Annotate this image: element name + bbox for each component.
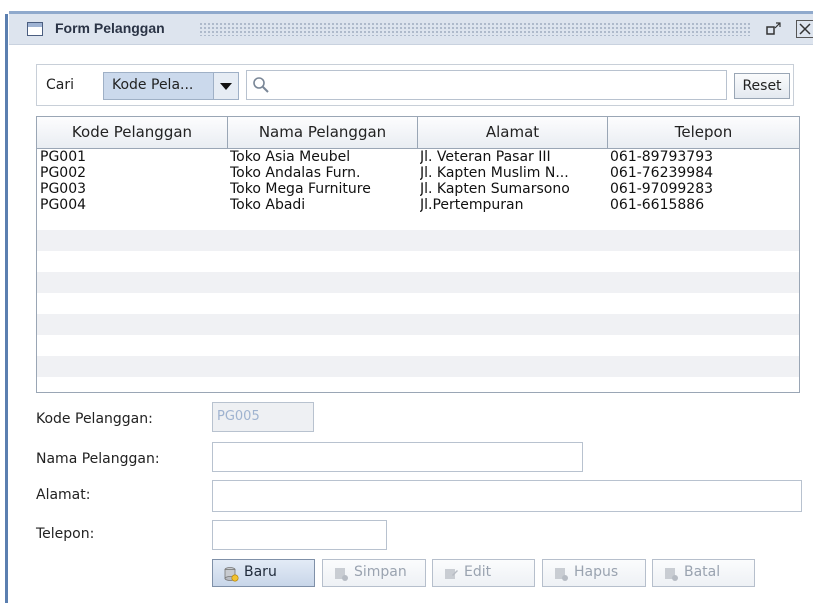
baru-label: Baru bbox=[244, 564, 277, 580]
cell-nama: Toko Abadi bbox=[230, 197, 306, 213]
cancel-icon bbox=[663, 566, 678, 581]
window-icon bbox=[27, 22, 43, 36]
window-titlebar[interactable]: Form Pelanggan bbox=[9, 14, 813, 45]
edit-label: Edit bbox=[464, 564, 492, 580]
empty-row bbox=[37, 272, 799, 293]
customer-table[interactable]: Kode Pelanggan Nama Pelanggan Alamat Tel… bbox=[36, 116, 800, 393]
reset-button[interactable]: Reset bbox=[734, 73, 790, 99]
table-row[interactable]: PG004 Toko Abadi Jl.Pertempuran 061-6615… bbox=[37, 197, 799, 213]
empty-row bbox=[37, 356, 799, 377]
simpan-button[interactable]: Simpan bbox=[322, 559, 426, 587]
batal-label: Batal bbox=[684, 564, 721, 580]
search-input[interactable] bbox=[246, 70, 727, 100]
batal-button[interactable]: Batal bbox=[652, 559, 755, 587]
simpan-label: Simpan bbox=[354, 564, 407, 580]
restore-icon[interactable] bbox=[765, 20, 783, 38]
cell-kode: PG004 bbox=[40, 197, 87, 213]
cell-telepon: 061-6615886 bbox=[610, 197, 705, 213]
baru-button[interactable]: Baru bbox=[212, 559, 315, 587]
telepon-field[interactable] bbox=[212, 520, 387, 550]
empty-row bbox=[37, 314, 799, 335]
nama-field[interactable] bbox=[212, 442, 583, 472]
cell-nama: Toko Mega Furniture bbox=[230, 181, 371, 197]
kode-field: PG005 bbox=[212, 402, 314, 432]
cell-alamat: Jl. Kapten Sumarsono bbox=[420, 181, 570, 197]
alamat-field[interactable] bbox=[212, 480, 802, 512]
table-row[interactable]: PG002 Toko Andalas Furn. Jl. Kapten Musl… bbox=[37, 165, 799, 181]
save-icon bbox=[333, 566, 348, 581]
column-header-alamat[interactable]: Alamat bbox=[418, 117, 608, 148]
table-header: Kode Pelanggan Nama Pelanggan Alamat Tel… bbox=[37, 117, 799, 149]
alamat-label: Alamat: bbox=[36, 487, 91, 503]
cell-alamat: Jl. Kapten Muslim N... bbox=[420, 165, 569, 181]
column-header-kode[interactable]: Kode Pelanggan bbox=[37, 117, 228, 148]
cell-kode: PG003 bbox=[40, 181, 87, 197]
empty-row bbox=[37, 230, 799, 251]
window-frame-left bbox=[0, 0, 9, 603]
table-row[interactable]: PG001 Toko Asia Meubel Jl. Veteran Pasar… bbox=[37, 149, 799, 165]
cell-alamat: Jl. Veteran Pasar III bbox=[420, 149, 551, 165]
nama-label: Nama Pelanggan: bbox=[36, 451, 160, 467]
delete-icon bbox=[553, 566, 568, 581]
hapus-button[interactable]: Hapus bbox=[542, 559, 646, 587]
column-header-telepon[interactable]: Telepon bbox=[608, 117, 799, 148]
search-field-combo[interactable]: Kode Pela... bbox=[103, 72, 239, 100]
cell-telepon: 061-97099283 bbox=[610, 181, 714, 197]
cell-telepon: 061-76239984 bbox=[610, 165, 714, 181]
cell-nama: Toko Asia Meubel bbox=[230, 149, 351, 165]
edit-icon bbox=[443, 566, 458, 581]
search-icon bbox=[252, 76, 270, 94]
chevron-down-icon[interactable] bbox=[213, 73, 238, 99]
column-header-nama[interactable]: Nama Pelanggan bbox=[228, 117, 418, 148]
window-frame-top bbox=[0, 0, 813, 14]
cell-alamat: Jl.Pertempuran bbox=[420, 197, 524, 213]
window-title: Form Pelanggan bbox=[55, 20, 165, 36]
database-add-icon bbox=[223, 566, 239, 582]
search-label: Cari bbox=[46, 77, 74, 93]
titlebar-grip bbox=[199, 22, 752, 36]
hapus-label: Hapus bbox=[574, 564, 619, 580]
cell-kode: PG001 bbox=[40, 149, 87, 165]
close-icon[interactable] bbox=[796, 20, 813, 38]
table-row[interactable]: PG003 Toko Mega Furniture Jl. Kapten Sum… bbox=[37, 181, 799, 197]
cell-kode: PG002 bbox=[40, 165, 87, 181]
cell-nama: Toko Andalas Furn. bbox=[230, 165, 361, 181]
search-field-value: Kode Pela... bbox=[112, 77, 194, 93]
telepon-label: Telepon: bbox=[36, 526, 95, 542]
edit-button[interactable]: Edit bbox=[432, 559, 535, 587]
cell-telepon: 061-89793793 bbox=[610, 149, 714, 165]
kode-label: Kode Pelanggan: bbox=[36, 411, 153, 427]
